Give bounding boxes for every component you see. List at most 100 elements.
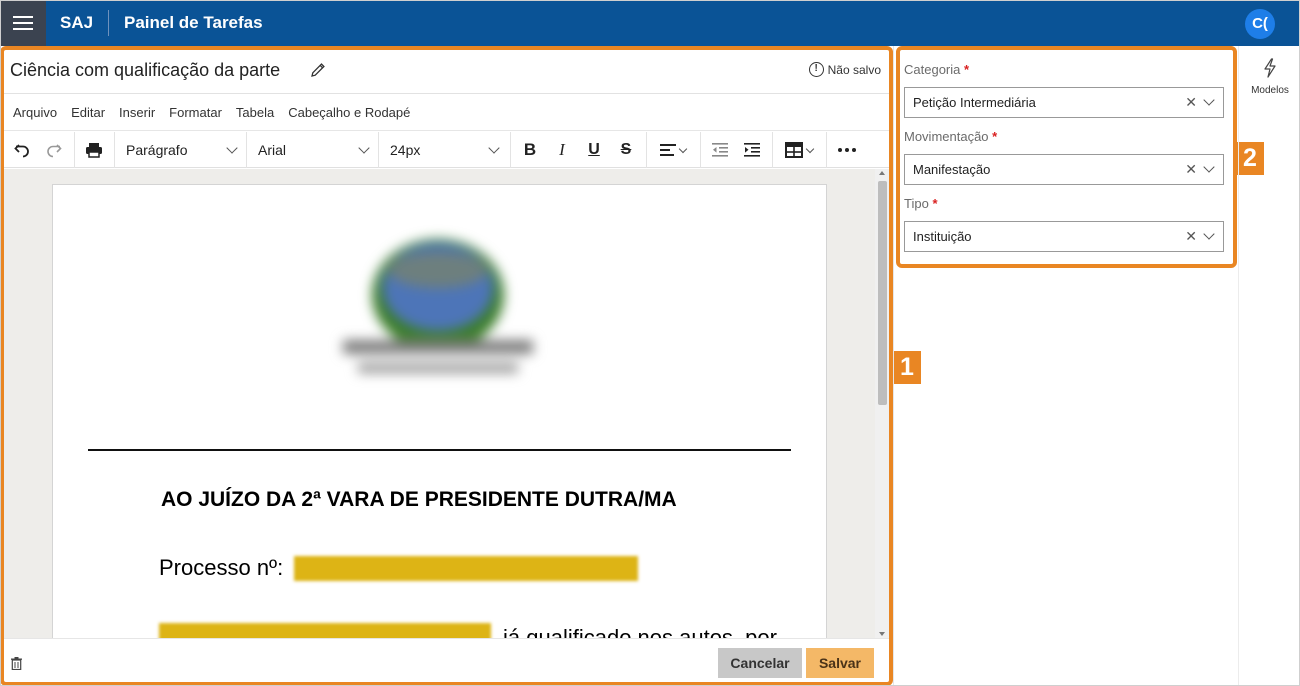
scroll-thumb[interactable] [878, 181, 887, 405]
font-size-select[interactable]: 24px [380, 136, 508, 164]
document-page[interactable]: AO JUÍZO DA 2ª VARA DE PRESIDENTE DUTRA/… [52, 184, 827, 638]
required-marker: * [964, 62, 970, 77]
outdent-button[interactable] [707, 136, 733, 164]
document-editor: Ciência com qualificação da parte ! Não … [0, 46, 893, 686]
hamburger-icon [13, 16, 33, 30]
movimentacao-select[interactable]: Manifestação ✕ [904, 154, 1224, 185]
clear-icon[interactable]: ✕ [1185, 229, 1197, 243]
cancel-button[interactable]: Cancelar [718, 648, 802, 678]
table-button[interactable] [779, 136, 819, 164]
toolbar-divider [114, 132, 115, 168]
movimentacao-label-text: Movimentação [904, 129, 989, 144]
chevron-down-icon [678, 144, 688, 153]
toolbar-divider [700, 132, 701, 168]
redo-icon [47, 144, 62, 158]
trash-icon[interactable] [11, 657, 22, 670]
toolbar-divider [378, 132, 379, 168]
required-marker: * [932, 196, 938, 211]
lightning-icon [1264, 58, 1276, 78]
chevron-down-icon[interactable] [1203, 228, 1215, 240]
outdent-icon [712, 143, 728, 157]
menu-arquivo[interactable]: Arquivo [13, 105, 57, 120]
save-button[interactable]: Salvar [806, 648, 874, 678]
document-title-row: Ciência com qualificação da parte ! Não … [0, 46, 893, 94]
user-avatar[interactable]: C( [1245, 9, 1275, 39]
font-size-value: 24px [390, 142, 421, 158]
menu-cabecalho-rodape[interactable]: Cabeçalho e Rodapé [288, 105, 410, 120]
chevron-down-icon[interactable] [1203, 161, 1215, 173]
menu-tabela[interactable]: Tabela [236, 105, 274, 120]
modelos-label: Modelos [1251, 85, 1289, 96]
block-format-value: Parágrafo [126, 142, 188, 158]
chevron-down-icon [226, 142, 238, 154]
strikethrough-button[interactable]: S [613, 136, 639, 164]
document-title[interactable]: Ciência com qualificação da parte [10, 60, 280, 81]
tipo-value: Instituição [913, 229, 972, 244]
menu-editar[interactable]: Editar [71, 105, 105, 120]
clear-icon[interactable]: ✕ [1185, 162, 1197, 176]
block-format-select[interactable]: Parágrafo [116, 136, 246, 164]
more-button[interactable] [834, 136, 860, 164]
scroll-up-icon[interactable] [879, 171, 885, 175]
save-status: ! Não salvo [808, 62, 881, 77]
modelos-button[interactable]: Modelos [1244, 58, 1296, 98]
menu-inserir[interactable]: Inserir [119, 105, 155, 120]
document-canvas[interactable]: AO JUÍZO DA 2ª VARA DE PRESIDENTE DUTRA/… [0, 169, 893, 638]
institution-logo [343, 239, 533, 373]
editor-toolbar: Parágrafo Arial 24px B I U S [0, 132, 893, 168]
movimentacao-label: Movimentação * [904, 129, 1224, 147]
clear-icon[interactable]: ✕ [1185, 95, 1197, 109]
redacted-party-name [159, 623, 491, 638]
categoria-select[interactable]: Petição Intermediária ✕ [904, 87, 1224, 118]
toolbar-divider [74, 132, 75, 168]
align-left-icon [660, 144, 676, 156]
document-scrollbar[interactable] [875, 169, 889, 638]
brand-divider [108, 10, 109, 36]
field-actions: ✕ [1185, 94, 1215, 109]
movimentacao-field: Movimentação * Manifestação ✕ [904, 129, 1224, 185]
edit-pencil-icon[interactable] [309, 61, 327, 79]
undo-button[interactable] [8, 136, 36, 164]
menu-formatar[interactable]: Formatar [169, 105, 222, 120]
redo-button[interactable] [40, 136, 68, 164]
panel-divider [893, 46, 894, 686]
indent-icon [744, 143, 760, 157]
scroll-down-icon[interactable] [879, 632, 885, 636]
categoria-label-text: Categoria [904, 62, 961, 77]
field-actions: ✕ [1185, 161, 1215, 176]
callout-badge-1: 1 [893, 351, 921, 384]
font-family-select[interactable]: Arial [248, 136, 378, 164]
save-status-text: Não salvo [827, 62, 881, 77]
redacted-process-number [294, 556, 638, 581]
print-icon [86, 143, 102, 158]
tipo-select[interactable]: Instituição ✕ [904, 221, 1224, 252]
categoria-label: Categoria * [904, 62, 1224, 80]
strikethrough-icon: S [620, 141, 632, 158]
underline-button[interactable]: U [581, 136, 607, 164]
document-body-text: já qualificado nos autos, por [503, 625, 777, 638]
hamburger-menu-button[interactable] [0, 0, 46, 46]
header-rule [88, 449, 791, 451]
italic-button[interactable]: I [549, 136, 575, 164]
toolbar-divider [646, 132, 647, 168]
font-family-value: Arial [258, 142, 287, 158]
undo-icon [14, 144, 29, 158]
chevron-down-icon[interactable] [1203, 94, 1215, 106]
tipo-label: Tipo * [904, 196, 1224, 214]
table-icon [785, 142, 803, 158]
tipo-field: Tipo * Instituição ✕ [904, 196, 1224, 252]
toolbar-divider [826, 132, 827, 168]
chevron-down-icon [358, 142, 370, 154]
top-bar: SAJ Painel de Tarefas C( [0, 0, 1300, 46]
align-button[interactable] [654, 136, 692, 164]
tipo-label-text: Tipo [904, 196, 929, 211]
print-button[interactable] [80, 136, 108, 164]
page-title: Painel de Tarefas [124, 13, 263, 32]
indent-button[interactable] [739, 136, 765, 164]
bold-button[interactable]: B [517, 136, 543, 164]
brand-logo[interactable]: SAJ [60, 0, 93, 46]
chevron-down-icon [805, 144, 815, 153]
editor-menubar: Arquivo Editar Inserir Formatar Tabela C… [0, 95, 893, 131]
document-heading: AO JUÍZO DA 2ª VARA DE PRESIDENTE DUTRA/… [161, 488, 677, 511]
toolbar-divider [246, 132, 247, 168]
